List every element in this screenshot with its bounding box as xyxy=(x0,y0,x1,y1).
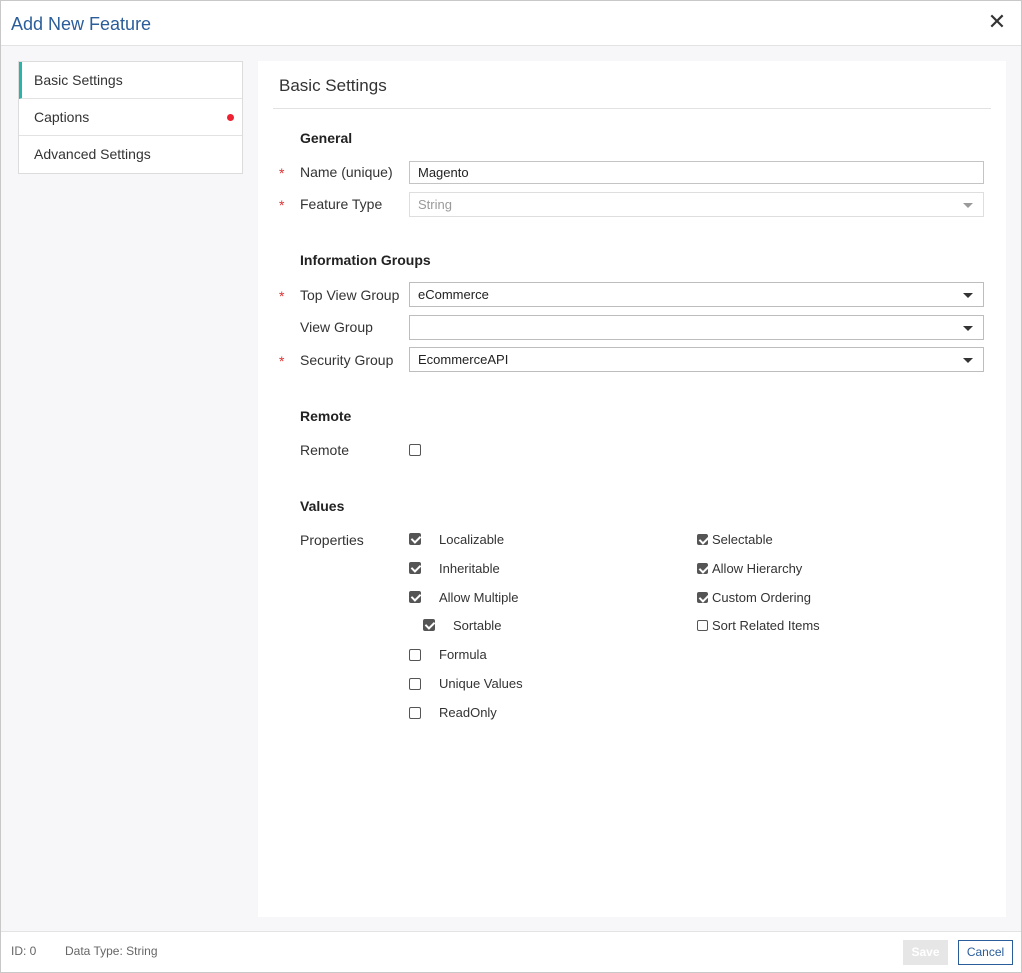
localizable-label: Localizable xyxy=(439,532,505,547)
nav-item-label: Basic Settings xyxy=(34,72,123,88)
chevron-down-icon xyxy=(963,293,973,298)
data-type-text: Data Type: String xyxy=(65,944,158,958)
nav-item-advanced-settings[interactable]: Advanced Settings xyxy=(19,136,242,173)
chevron-down-icon xyxy=(963,326,973,331)
feature-type-value: String xyxy=(418,197,452,212)
view-group-select[interactable] xyxy=(409,315,984,340)
panel-title: Basic Settings xyxy=(279,76,387,95)
chevron-down-icon xyxy=(963,203,973,208)
remote-checkbox[interactable] xyxy=(409,444,421,456)
name-label: Name (unique) xyxy=(300,164,393,180)
top-view-group-label: Top View Group xyxy=(300,287,400,303)
id-text: ID: 0 xyxy=(11,944,37,958)
name-input[interactable] xyxy=(409,161,984,184)
feature-type-select: String xyxy=(409,192,984,217)
chevron-down-icon xyxy=(963,358,973,363)
properties-label: Properties xyxy=(300,532,364,548)
settings-nav: Basic Settings Captions Advanced Setting… xyxy=(18,61,243,174)
section-heading-values: Values xyxy=(300,498,345,514)
security-group-value: EcommerceAPI xyxy=(418,352,509,367)
readonly-label: ReadOnly xyxy=(439,705,497,720)
security-group-select[interactable]: EcommerceAPI xyxy=(409,347,984,372)
sortable-label: Sortable xyxy=(453,618,502,633)
formula-label: Formula xyxy=(439,647,487,662)
nav-item-label: Advanced Settings xyxy=(34,146,151,162)
top-view-group-select[interactable]: eCommerce xyxy=(409,282,984,307)
view-group-label: View Group xyxy=(300,319,373,335)
unique-values-checkbox[interactable] xyxy=(409,678,421,690)
allow-hierarchy-label: Allow Hierarchy xyxy=(712,561,803,576)
dialog-body: Basic Settings Captions Advanced Setting… xyxy=(1,46,1021,931)
dialog-header: Add New Feature ✕ xyxy=(1,1,1021,46)
feature-type-label: Feature Type xyxy=(300,196,383,212)
inheritable-label: Inheritable xyxy=(439,561,500,576)
section-heading-information-groups: Information Groups xyxy=(300,252,431,268)
section-heading-general: General xyxy=(300,130,353,146)
allow-multiple-checkbox[interactable] xyxy=(409,591,421,603)
localizable-checkbox[interactable] xyxy=(409,533,421,545)
required-marker: * xyxy=(279,197,285,213)
error-indicator-dot xyxy=(227,114,234,121)
close-icon[interactable]: ✕ xyxy=(987,11,1007,33)
selectable-label: Selectable xyxy=(712,532,773,547)
section-heading-remote: Remote xyxy=(300,408,352,424)
required-marker: * xyxy=(279,353,285,369)
formula-checkbox[interactable] xyxy=(409,649,421,661)
nav-item-label: Captions xyxy=(34,109,90,125)
save-button[interactable]: Save xyxy=(903,940,948,965)
remote-label: Remote xyxy=(300,442,350,458)
basic-settings-panel: Basic Settings General * Name (unique) *… xyxy=(258,61,1006,917)
cancel-button[interactable]: Cancel xyxy=(958,940,1013,965)
custom-ordering-label: Custom Ordering xyxy=(712,590,811,605)
unique-values-label: Unique Values xyxy=(439,676,523,691)
top-view-group-value: eCommerce xyxy=(418,287,489,302)
required-marker: * xyxy=(279,165,285,181)
sortable-checkbox[interactable] xyxy=(423,619,435,631)
sort-related-items-checkbox[interactable] xyxy=(697,620,708,631)
sort-related-items-label: Sort Related Items xyxy=(712,618,820,633)
security-group-label: Security Group xyxy=(300,352,394,368)
dialog-footer: ID: 0 Data Type: String Save Cancel xyxy=(1,931,1021,972)
allow-hierarchy-checkbox[interactable] xyxy=(697,563,708,574)
required-marker: * xyxy=(279,288,285,304)
inheritable-checkbox[interactable] xyxy=(409,562,421,574)
nav-item-captions[interactable]: Captions xyxy=(19,99,242,136)
panel-divider xyxy=(273,108,991,109)
add-feature-dialog: Add New Feature ✕ Basic Settings Caption… xyxy=(0,0,1022,973)
allow-multiple-label: Allow Multiple xyxy=(439,590,519,605)
readonly-checkbox[interactable] xyxy=(409,707,421,719)
custom-ordering-checkbox[interactable] xyxy=(697,592,708,603)
nav-item-basic-settings[interactable]: Basic Settings xyxy=(19,62,242,99)
selectable-checkbox[interactable] xyxy=(697,534,708,545)
dialog-title: Add New Feature xyxy=(11,14,152,34)
